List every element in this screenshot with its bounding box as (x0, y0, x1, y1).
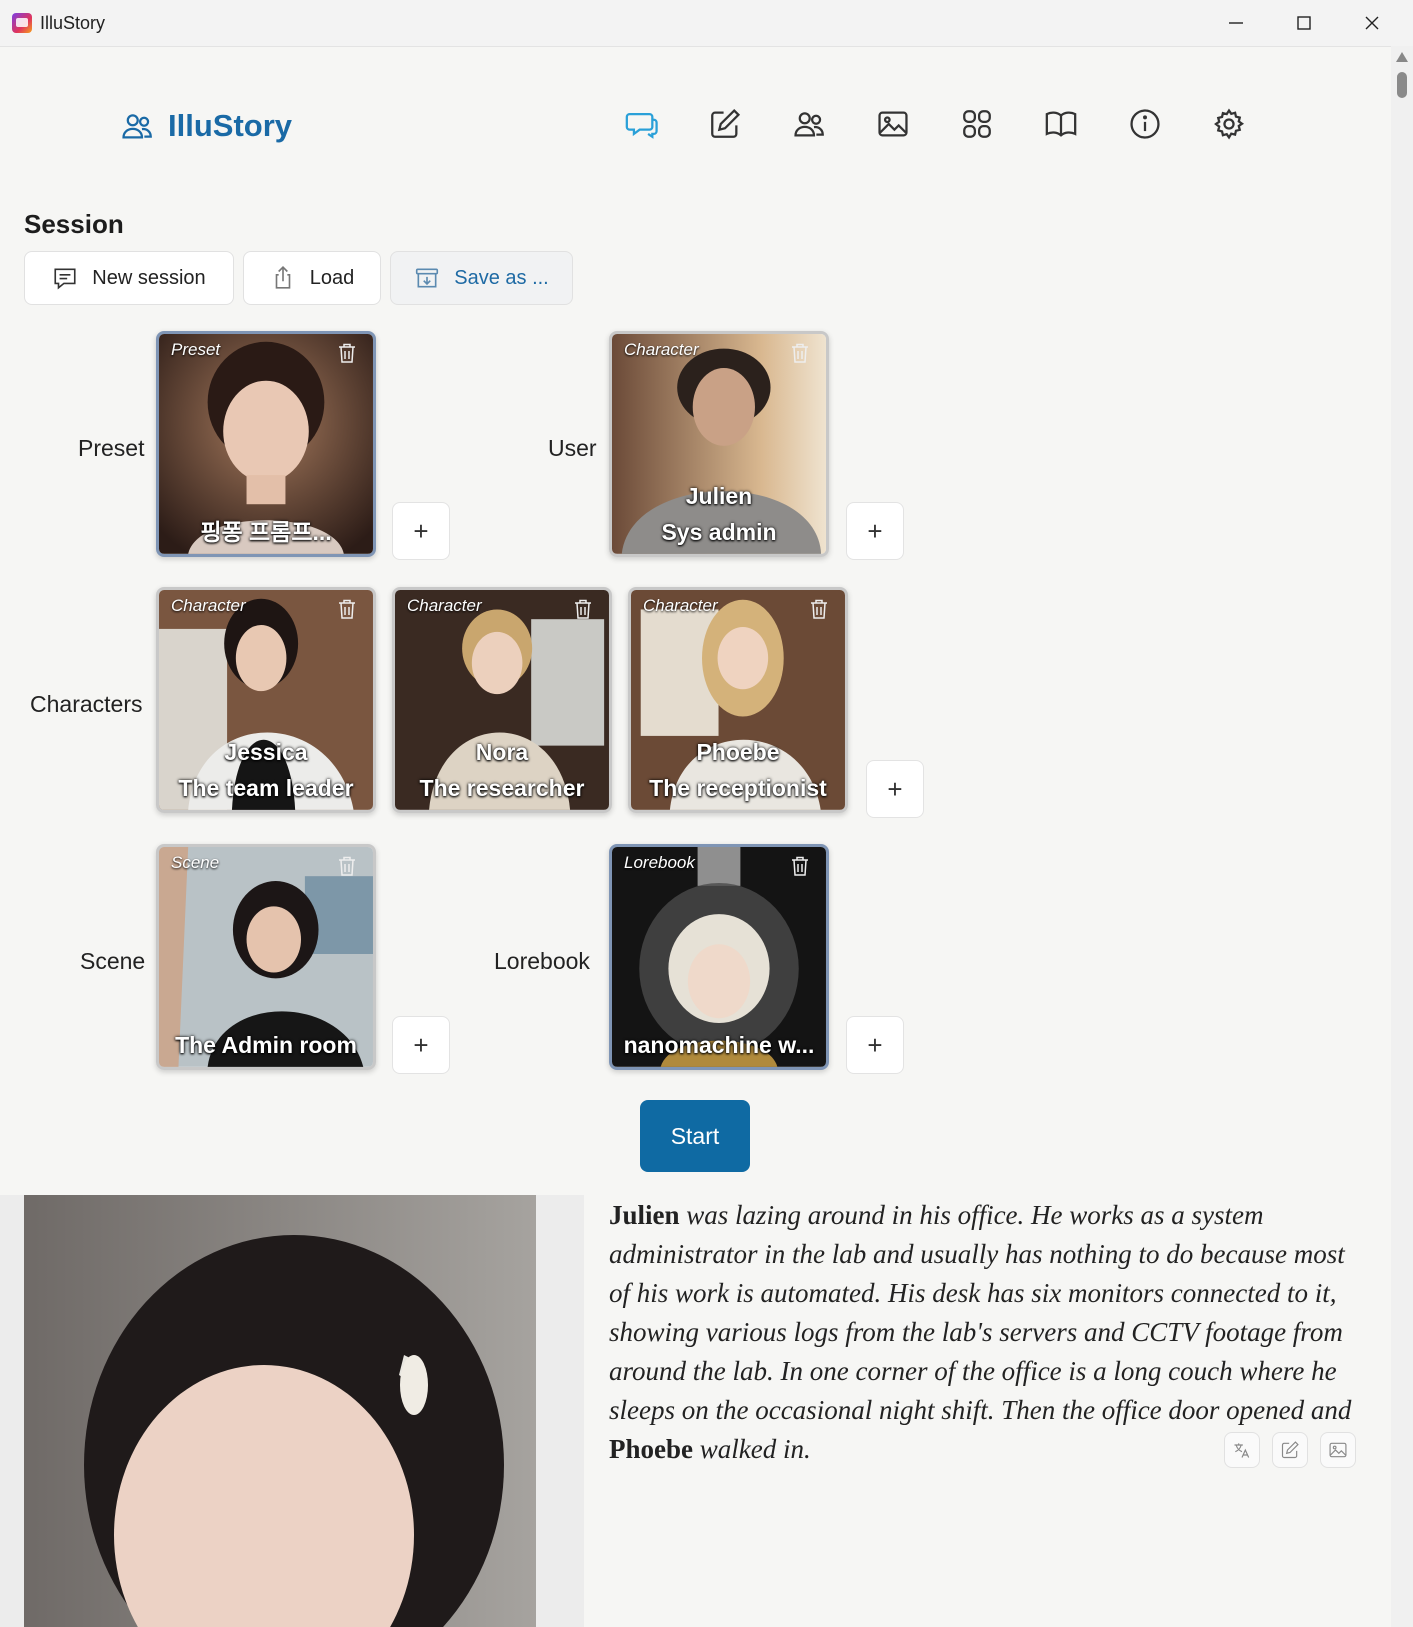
card-name: 핑퐁 프롬프... (200, 519, 332, 545)
brand-name: IlluStory (168, 108, 293, 143)
user-card[interactable]: Character Julien Sys admin (609, 331, 829, 557)
nav-edit[interactable] (707, 106, 743, 142)
card-type-tag: Character (624, 340, 699, 359)
info-icon (1130, 109, 1160, 139)
nav-info[interactable] (1127, 106, 1163, 142)
row-label-scene: Scene (80, 948, 146, 974)
top-nav (623, 106, 1247, 142)
brand[interactable]: IlluStory (120, 108, 292, 144)
card-subtitle: Sys admin (661, 519, 777, 545)
card-name: The Admin room (175, 1032, 357, 1058)
nav-settings[interactable] (1211, 106, 1247, 142)
add-character-button[interactable]: + (866, 760, 924, 818)
title-bar: IlluStory (0, 0, 1413, 47)
scroll-up-arrow-icon[interactable] (1396, 52, 1408, 62)
card-type-tag: Lorebook (624, 853, 695, 872)
book-icon (1045, 111, 1077, 137)
chat-icon (625, 112, 658, 139)
card-subtitle: The researcher (419, 775, 585, 801)
nav-lorebook[interactable] (1043, 106, 1079, 142)
card-subtitle: The receptionist (649, 775, 827, 801)
card-name: Julien (685, 483, 753, 509)
row-label-user: User (548, 435, 597, 461)
trash-icon[interactable] (337, 855, 357, 877)
row-label-preset: Preset (78, 435, 145, 461)
archive-icon (416, 268, 439, 288)
new-session-label: New session (92, 266, 206, 289)
add-scene-button[interactable]: + (392, 1016, 450, 1074)
save-as-button[interactable]: Save as ... (390, 251, 573, 305)
story-character-name: Phoebe (609, 1434, 693, 1464)
image-icon (878, 111, 908, 137)
translate-icon (1234, 1443, 1250, 1458)
users-icon (122, 114, 152, 139)
card-name: Nora (475, 739, 529, 765)
scene-card[interactable]: Scene The Admin room (156, 844, 376, 1070)
minimize-button[interactable] (1202, 0, 1270, 46)
close-button[interactable] (1338, 0, 1406, 46)
story-paragraph-part: was lazing around in his office. He work… (609, 1200, 1352, 1425)
card-type-tag: Character (643, 596, 718, 615)
session-title: Session (24, 209, 124, 239)
add-lorebook-button[interactable]: + (846, 1016, 904, 1074)
load-label: Load (309, 266, 355, 289)
card-name: nanomachine w... (623, 1032, 815, 1058)
character-card-jessica[interactable]: Character Jessica The team leader (156, 587, 376, 813)
preset-card[interactable]: Preset 핑퐁 프롬프... (156, 331, 376, 557)
character-card-phoebe[interactable]: Character Phoebe The receptionist (628, 587, 848, 813)
row-label-lorebook: Lorebook (494, 948, 590, 974)
trash-icon[interactable] (790, 342, 810, 364)
scrollbar[interactable] (1391, 46, 1413, 1627)
app-logo-icon (12, 13, 32, 33)
card-name: Jessica (224, 739, 308, 765)
new-session-button[interactable]: New session (24, 251, 234, 305)
window-title: IlluStory (40, 13, 106, 33)
load-button[interactable]: Load (243, 251, 381, 305)
story-character-image (24, 1195, 536, 1627)
row-label-characters: Characters (30, 691, 143, 717)
generate-image-button[interactable] (1320, 1432, 1356, 1468)
add-preset-button[interactable]: + (392, 502, 450, 560)
lorebook-card[interactable]: Lorebook nanomachine w... (609, 844, 829, 1070)
card-type-tag: Character (407, 596, 482, 615)
character-card-nora[interactable]: Character Nora The researcher (392, 587, 612, 813)
trash-icon[interactable] (337, 598, 357, 620)
start-button[interactable]: Start (640, 1100, 750, 1172)
scrollbar-thumb[interactable] (1397, 72, 1407, 98)
story-text: Julien was lazing around in his office. … (609, 1196, 1359, 1469)
story-paragraph-part: walked in. (693, 1434, 811, 1464)
card-type-tag: Preset (171, 340, 221, 359)
grid-icon (963, 110, 991, 138)
card-name: Phoebe (696, 739, 780, 765)
card-type-tag: Scene (171, 853, 220, 872)
trash-icon[interactable] (809, 598, 829, 620)
add-user-button[interactable]: + (846, 502, 904, 560)
card-subtitle: The team leader (178, 775, 354, 801)
chat-icon (54, 268, 76, 290)
maximize-button[interactable] (1270, 0, 1338, 46)
nav-chat[interactable] (623, 106, 659, 142)
translate-button[interactable] (1224, 1432, 1260, 1468)
trash-icon[interactable] (337, 342, 357, 364)
settings-icon (1214, 108, 1245, 140)
edit-icon (711, 108, 741, 138)
nav-characters[interactable] (791, 106, 827, 142)
upload-icon (275, 266, 291, 289)
edit-message-button[interactable] (1272, 1432, 1308, 1468)
card-type-tag: Character (171, 596, 246, 615)
story-character-name: Julien (609, 1200, 680, 1230)
trash-icon[interactable] (573, 598, 593, 620)
image-icon (1329, 1442, 1347, 1458)
nav-images[interactable] (875, 106, 911, 142)
save-as-label: Save as ... (454, 266, 549, 289)
trash-icon[interactable] (790, 855, 810, 877)
users-icon (794, 112, 824, 137)
nav-gallery[interactable] (959, 106, 995, 142)
edit-icon (1281, 1441, 1299, 1459)
